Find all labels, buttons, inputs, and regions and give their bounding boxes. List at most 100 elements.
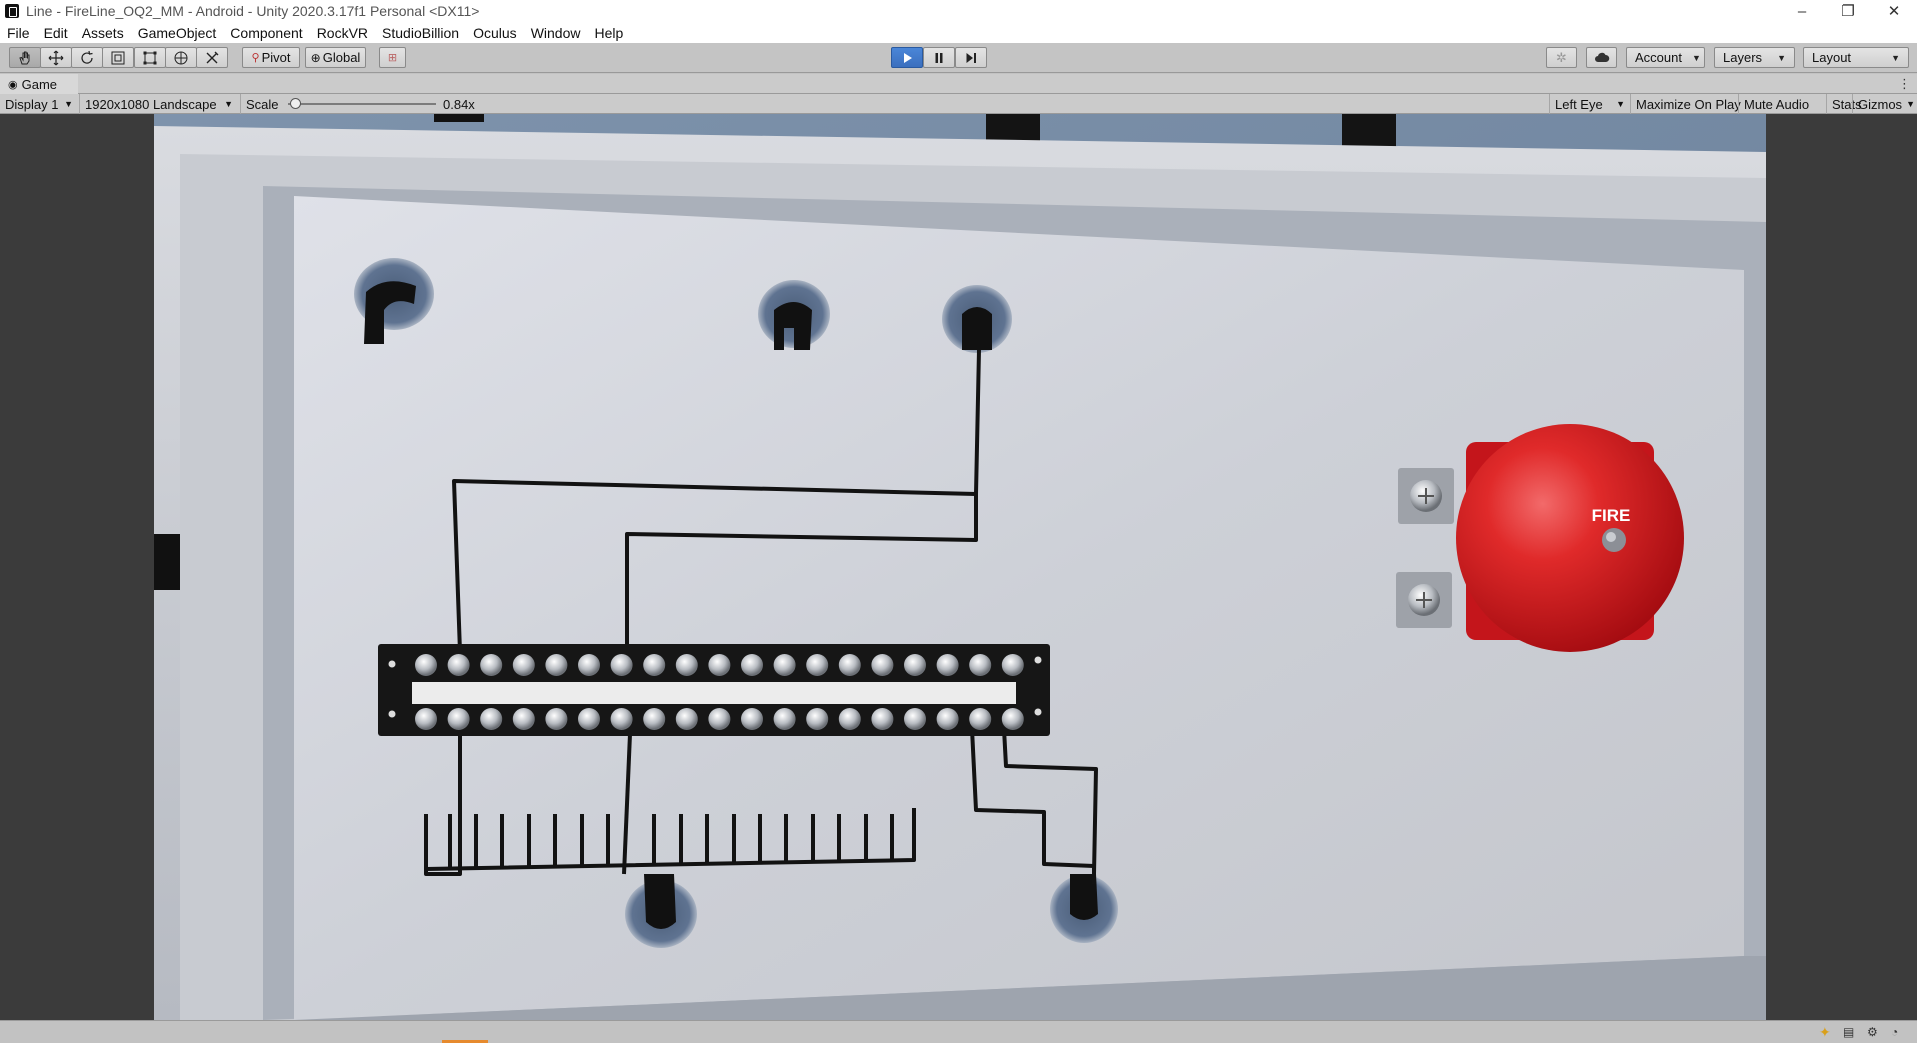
pivot-label: Pivot <box>261 50 291 65</box>
pause-button[interactable] <box>923 47 955 68</box>
cloud-button[interactable] <box>1586 47 1617 68</box>
menu-window[interactable]: Window <box>524 25 588 41</box>
terminal-screw <box>708 708 731 730</box>
terminal-screw <box>904 708 926 730</box>
bell-label: FIRE <box>1592 506 1631 525</box>
globe-icon: ⊕ <box>310 50 321 65</box>
resolution-dropdown[interactable]: 1920x1080 Landscape ▼ <box>79 94 239 114</box>
terminal-screw <box>773 708 796 730</box>
terminal-screw <box>1001 654 1024 676</box>
menu-oculus[interactable]: Oculus <box>466 25 524 41</box>
step-button[interactable] <box>955 47 987 68</box>
collab-icon: ✲ <box>1556 49 1567 65</box>
step-icon <box>966 52 976 63</box>
warning-icon[interactable]: ✦ <box>1819 1025 1833 1039</box>
menu-file[interactable]: File <box>0 25 37 41</box>
mute-audio-toggle[interactable]: Mute Audio <box>1738 94 1814 114</box>
hand-icon <box>19 51 30 64</box>
maximize-on-play-label: Maximize On Play <box>1636 96 1741 112</box>
scale-tool-button[interactable] <box>102 47 134 68</box>
account-dropdown[interactable]: Account ▼ <box>1626 47 1705 68</box>
terminal-screw <box>871 654 894 676</box>
layout-dropdown[interactable]: Layout ▼ <box>1803 47 1909 68</box>
terminal-screw <box>578 654 600 676</box>
account-label: Account <box>1635 50 1682 65</box>
transform-tool-button[interactable] <box>165 47 197 68</box>
play-button[interactable] <box>891 47 923 68</box>
gizmos-dropdown[interactable]: Gizmos ▼ <box>1852 94 1917 114</box>
global-label: Global <box>322 50 361 65</box>
tab-menu-icon[interactable]: ⋮ <box>1898 76 1911 92</box>
tab-game[interactable]: ◉ Game <box>0 74 78 94</box>
terminal-screw <box>904 654 926 676</box>
eye-dropdown[interactable]: Left Eye ▼ <box>1549 94 1630 114</box>
menu-component[interactable]: Component <box>223 25 309 41</box>
rotate-tool-button[interactable] <box>71 47 103 68</box>
terminal-screw <box>415 654 437 676</box>
menu-help[interactable]: Help <box>587 25 630 41</box>
layers-label: Layers <box>1723 50 1763 65</box>
collab-button[interactable]: ✲ <box>1546 47 1577 68</box>
scale-slider[interactable] <box>288 103 436 105</box>
bug-icon[interactable]: ⚙ <box>1867 1025 1881 1039</box>
maximize-on-play-toggle[interactable]: Maximize On Play <box>1630 94 1746 114</box>
layout-label: Layout <box>1812 50 1852 65</box>
transform-icon <box>174 51 188 64</box>
move-tool-button[interactable] <box>40 47 72 68</box>
pause-icon <box>935 52 943 63</box>
menu-gameobject[interactable]: GameObject <box>131 25 224 41</box>
auto-generate-icon[interactable]: ◔ <box>1891 1025 1905 1039</box>
eye-label: Left Eye <box>1555 96 1603 112</box>
terminal-screw <box>447 654 470 676</box>
menu-studiobillion[interactable]: StudioBillion <box>375 25 466 41</box>
chevron-down-icon: ▼ <box>1777 52 1786 63</box>
pivot-toggle[interactable]: ⚲ Pivot <box>242 47 300 68</box>
grid-snap-icon: ⊞ <box>387 52 398 64</box>
chevron-down-icon: ▼ <box>1891 52 1900 63</box>
rect-tool-button[interactable] <box>134 47 166 68</box>
scale-label: Scale <box>246 96 279 112</box>
terminal-screw <box>480 708 503 730</box>
chevron-down-icon: ▼ <box>64 99 73 109</box>
grid-snap-button[interactable]: ⊞ <box>379 47 406 68</box>
game-view[interactable]: FIRE <box>0 114 1917 1020</box>
terminal-screw <box>773 654 796 676</box>
close-button[interactable]: ✕ <box>1871 0 1917 22</box>
display-label: Display 1 <box>5 96 59 112</box>
game-view-toolbar: Display 1 ▼ 1920x1080 Landscape ▼ Scale … <box>0 94 1917 114</box>
terminal-screw <box>936 708 959 730</box>
chevron-down-icon: ▼ <box>1691 52 1701 63</box>
menu-assets[interactable]: Assets <box>75 25 131 41</box>
rect-icon <box>143 51 157 64</box>
menu-bar: File Edit Assets GameObject Component Ro… <box>0 22 1917 43</box>
terminal-screw <box>512 708 535 730</box>
menu-edit[interactable]: Edit <box>37 25 75 41</box>
terminal-screw <box>871 708 894 730</box>
layers-dropdown[interactable]: Layers ▼ <box>1714 47 1795 68</box>
scale-value: 0.84x <box>443 96 475 112</box>
terminal-screw <box>643 654 666 676</box>
title-bar: Line - FireLine_OQ2_MM - Android - Unity… <box>0 0 1917 22</box>
gamepad-icon: ◉ <box>8 78 18 91</box>
scale-icon <box>111 51 125 64</box>
terminal-screw <box>610 654 633 676</box>
custom-tool-button[interactable] <box>196 47 228 68</box>
display-dropdown[interactable]: Display 1 ▼ <box>0 94 79 114</box>
game-view-right-letterbox <box>1766 114 1917 1020</box>
menu-rockvr[interactable]: RockVR <box>310 25 375 41</box>
terminal-screw <box>578 708 600 730</box>
minimize-button[interactable]: – <box>1779 0 1825 22</box>
restore-button[interactable]: ❐ <box>1825 0 1871 22</box>
hand-tool-button[interactable] <box>9 47 41 68</box>
terminal-screw <box>675 654 698 676</box>
terminal-screw <box>741 654 763 676</box>
layers-status-icon[interactable]: ▤ <box>1843 1025 1857 1039</box>
move-icon <box>48 50 64 65</box>
terminal-screw <box>512 654 535 676</box>
terminal-screw <box>708 654 731 676</box>
terminal-screw <box>545 708 568 730</box>
terminal-screw <box>447 708 470 730</box>
terminal-screw <box>545 654 568 676</box>
terminal-screw <box>610 708 633 730</box>
global-toggle[interactable]: ⊕ Global <box>305 47 366 68</box>
